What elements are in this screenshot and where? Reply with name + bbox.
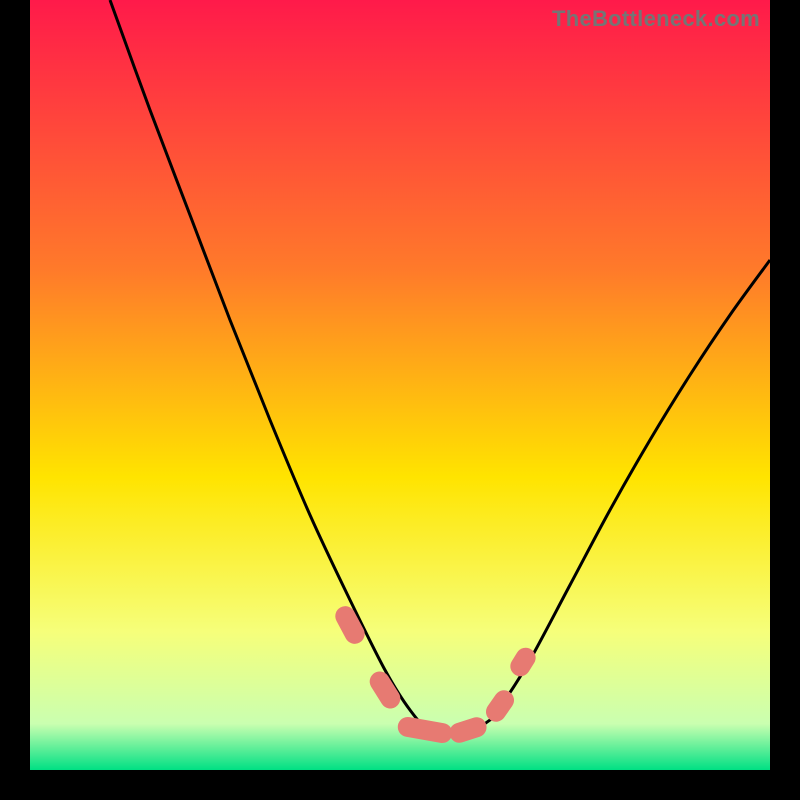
chart-frame — [30, 0, 770, 770]
watermark-label: TheBottleneck.com — [552, 6, 760, 32]
bottleneck-chart — [30, 0, 770, 770]
gradient-background — [30, 0, 770, 770]
